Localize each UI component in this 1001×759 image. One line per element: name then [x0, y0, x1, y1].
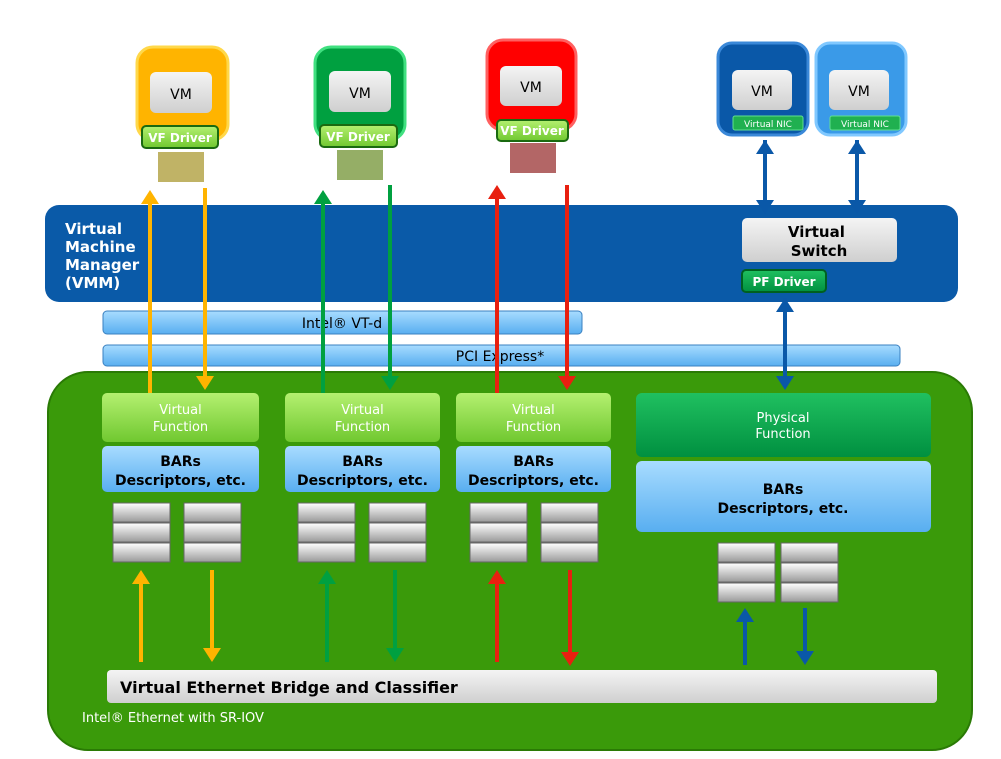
queue-stack — [183, 502, 242, 563]
vm-dark-blue: VM Virtual NIC — [716, 41, 810, 137]
vm-label: VM — [751, 84, 773, 100]
pcie-label: PCI Express* — [456, 349, 544, 365]
nic-card-icon — [510, 143, 556, 173]
queue-stack — [540, 502, 599, 563]
vm-light-blue: VM Virtual NIC — [814, 41, 908, 137]
queue-stack — [717, 542, 776, 603]
vm-green: VM VF Driver — [313, 45, 407, 180]
data-flow-arrow — [848, 140, 866, 214]
vmm-bar: Virtual Machine Manager (VMM) Virtual Sw… — [45, 205, 958, 302]
data-flow-arrow — [756, 140, 774, 214]
vm-yellow: VM VF Driver — [135, 45, 230, 182]
nic-card-icon — [158, 152, 204, 182]
vtd-label: Intel® VT-d — [302, 316, 382, 332]
queue-stack — [780, 542, 839, 603]
virtual-nic-label: Virtual NIC — [744, 120, 792, 130]
vm-label: VM — [349, 86, 371, 102]
bridge-label: Virtual Ethernet Bridge and Classifier — [120, 678, 458, 697]
nic-card-icon — [337, 150, 383, 180]
vm-red: VM VF Driver — [485, 38, 578, 173]
adapter-label: Intel® Ethernet with SR-IOV — [82, 711, 264, 726]
virtual-switch-label: Virtual Switch — [788, 223, 850, 260]
queue-stack — [368, 502, 427, 563]
queue-stack — [469, 502, 528, 563]
virtual-nic-label: Virtual NIC — [841, 120, 889, 130]
vf-driver-label: VF Driver — [500, 124, 564, 138]
vf-driver-label: VF Driver — [326, 130, 390, 144]
data-flow-arrow — [776, 298, 794, 390]
pf-driver-label: PF Driver — [752, 275, 815, 289]
vm-label: VM — [170, 87, 192, 103]
queue-stack — [112, 502, 171, 563]
vm-label: VM — [848, 84, 870, 100]
queue-stack — [297, 502, 356, 563]
physical-function-label: Physical Function — [755, 411, 810, 442]
vf-driver-label: VF Driver — [148, 131, 212, 145]
vm-label: VM — [520, 80, 542, 96]
sr-iov-diagram: VM VF Driver VM VF Driver VM VF Driver V… — [45, 38, 973, 751]
